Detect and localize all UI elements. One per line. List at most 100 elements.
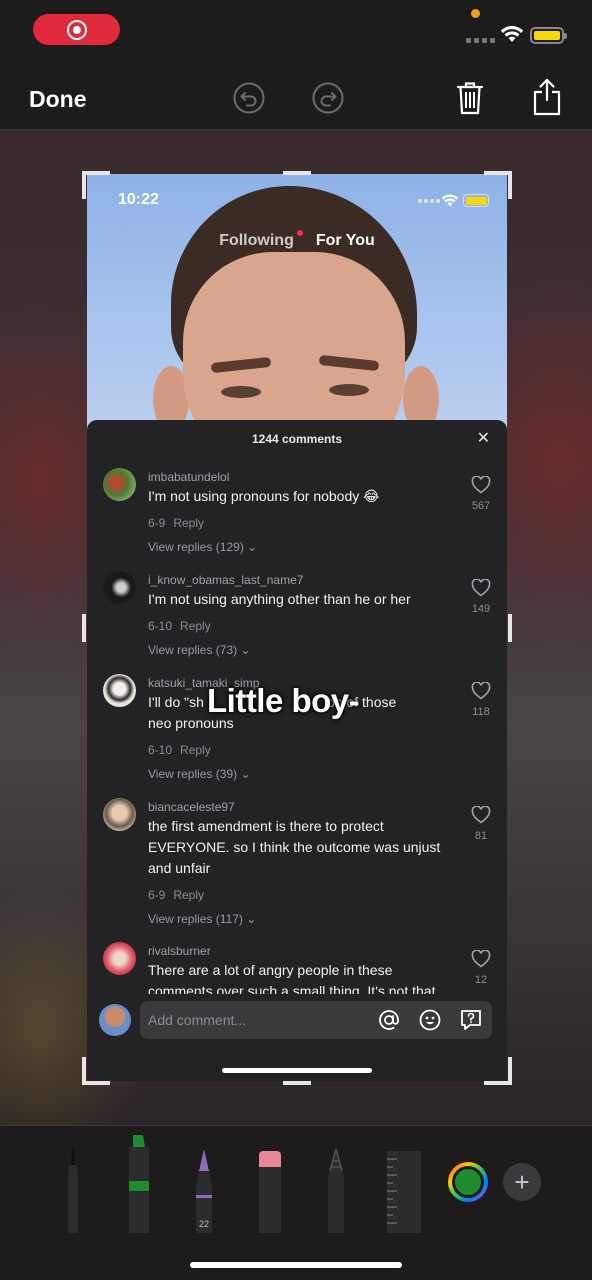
screen-recording-indicator[interactable] [33,14,120,45]
chevron-down-icon: ⌄ [240,643,251,657]
comment-username[interactable]: i_know_obamas_last_name7 [148,573,303,587]
pencil-size-label: 22 [199,1219,209,1229]
comment-username[interactable]: rivalsburner [148,944,211,958]
crop-handle-top[interactable] [283,171,311,175]
comment-meta: 6-10 Reply [148,619,211,633]
battery-icon [530,27,567,44]
home-indicator [190,1262,402,1268]
heart-icon [471,949,491,968]
privacy-indicator-dot [471,9,480,18]
comment-input-bar [87,994,507,1044]
like-count: 12 [474,974,488,986]
like-button[interactable]: 567 [469,475,493,512]
close-icon[interactable]: ✕ [477,431,490,447]
crop-handle-right[interactable] [508,614,512,642]
avatar[interactable] [103,674,136,707]
feed-tabs: Following For You [87,230,507,250]
avatar[interactable] [103,798,136,831]
crop-handle-bottom-left-v[interactable] [82,1057,86,1085]
inner-signal-icon [418,199,440,203]
like-button[interactable]: 149 [469,578,493,615]
comments-sheet: 1244 comments ✕ imbabatundelol I'm not u… [87,420,507,1081]
crop-handle-bottom[interactable] [283,1081,311,1085]
undo-icon[interactable] [233,82,265,114]
heart-icon [471,475,491,494]
like-count: 81 [474,830,488,842]
comment-meta: 6-10 Reply [148,743,211,757]
heart-icon [471,805,491,824]
comment-text: the first amendment is there to protect … [148,818,441,876]
reply-button[interactable]: Reply [180,619,211,633]
avatar[interactable] [103,571,136,604]
comment-input-wrapper [140,1001,492,1039]
chevron-down-icon: ⌄ [246,912,257,926]
comment-text: I'm not using pronouns for nobody 😂 [148,488,380,504]
avatar[interactable] [103,942,136,975]
comment-username[interactable]: biancaceleste97 [148,800,235,814]
color-picker-icon[interactable] [448,1162,488,1202]
redo-icon[interactable] [312,82,344,114]
view-replies-button[interactable]: View replies (39) ⌄ [148,767,251,781]
marker-tool-icon[interactable] [125,1133,153,1233]
reply-button[interactable]: Reply [173,888,204,902]
like-button[interactable]: 81 [469,805,493,842]
crop-handle-left[interactable] [82,614,86,642]
my-avatar [99,1004,131,1036]
add-tool-button[interactable]: + [503,1163,541,1201]
comment-input[interactable] [148,1001,368,1039]
view-replies-button[interactable]: View replies (117) ⌄ [148,912,256,926]
comment-meta: 6-9 Reply [148,888,204,902]
tab-following[interactable]: Following [219,230,303,250]
crop-handle-top-left-v[interactable] [82,171,86,199]
inner-wifi-icon [441,194,459,207]
comment-date: 6-9 [148,516,166,530]
lasso-tool-icon[interactable] [322,1147,350,1233]
view-replies-button[interactable]: View replies (73) ⌄ [148,643,251,657]
like-count: 149 [471,603,491,615]
inner-home-indicator [222,1068,372,1073]
trash-icon[interactable] [455,80,485,116]
comment-username[interactable]: imbabatundelol [148,470,229,484]
emoji-icon[interactable] [419,1009,441,1031]
eraser-tool-icon[interactable] [257,1149,283,1233]
video-frame [87,174,507,482]
wifi-icon [500,26,524,42]
ruler-tool-icon[interactable] [385,1149,421,1233]
pencil-tool-icon[interactable]: 22 [191,1147,217,1233]
comment-date: 6-9 [148,888,166,902]
like-button[interactable]: 118 [469,681,493,718]
comments-count: 1244 comments [251,432,343,446]
like-count: 567 [471,500,491,512]
avatar[interactable] [103,468,136,501]
crop-handle-top-left[interactable] [82,171,110,175]
markup-toolbar: Done [0,62,592,130]
video-caption: Little boy- [207,682,360,719]
comment-date: 6-10 [148,619,173,633]
mention-icon[interactable] [378,1009,400,1031]
screenshot-preview[interactable]: 10:22 Following For You 1244 comments ✕ … [87,174,507,1081]
pen-tool-icon[interactable] [60,1143,86,1233]
chevron-down-icon: ⌄ [240,767,251,781]
like-button[interactable]: 12 [469,949,493,986]
done-button[interactable]: Done [29,86,87,113]
record-icon [66,19,87,40]
cellular-signal-icon [466,38,495,43]
marker-tip [133,1135,145,1147]
reply-button[interactable]: Reply [173,516,204,530]
markup-tools-palette: 22 + [0,1125,592,1233]
share-icon[interactable] [532,78,562,116]
crop-handle-bottom-right-v[interactable] [508,1057,512,1085]
comment-date: 6-10 [148,743,173,757]
chevron-down-icon: ⌄ [247,540,258,554]
tab-for-you[interactable]: For You [316,232,375,250]
crop-handle-bottom-left[interactable] [82,1081,110,1085]
inner-battery-icon [463,194,489,207]
notification-dot [296,230,303,236]
comment-text: There are a lot of angry people in these… [148,962,436,996]
reply-button[interactable]: Reply [180,743,211,757]
heart-icon [471,681,491,700]
crop-handle-top-right-v[interactable] [508,171,512,199]
comment-meta: 6-9 Reply [148,516,204,530]
question-icon[interactable] [460,1009,482,1031]
view-replies-button[interactable]: View replies (129) ⌄ [148,540,257,554]
